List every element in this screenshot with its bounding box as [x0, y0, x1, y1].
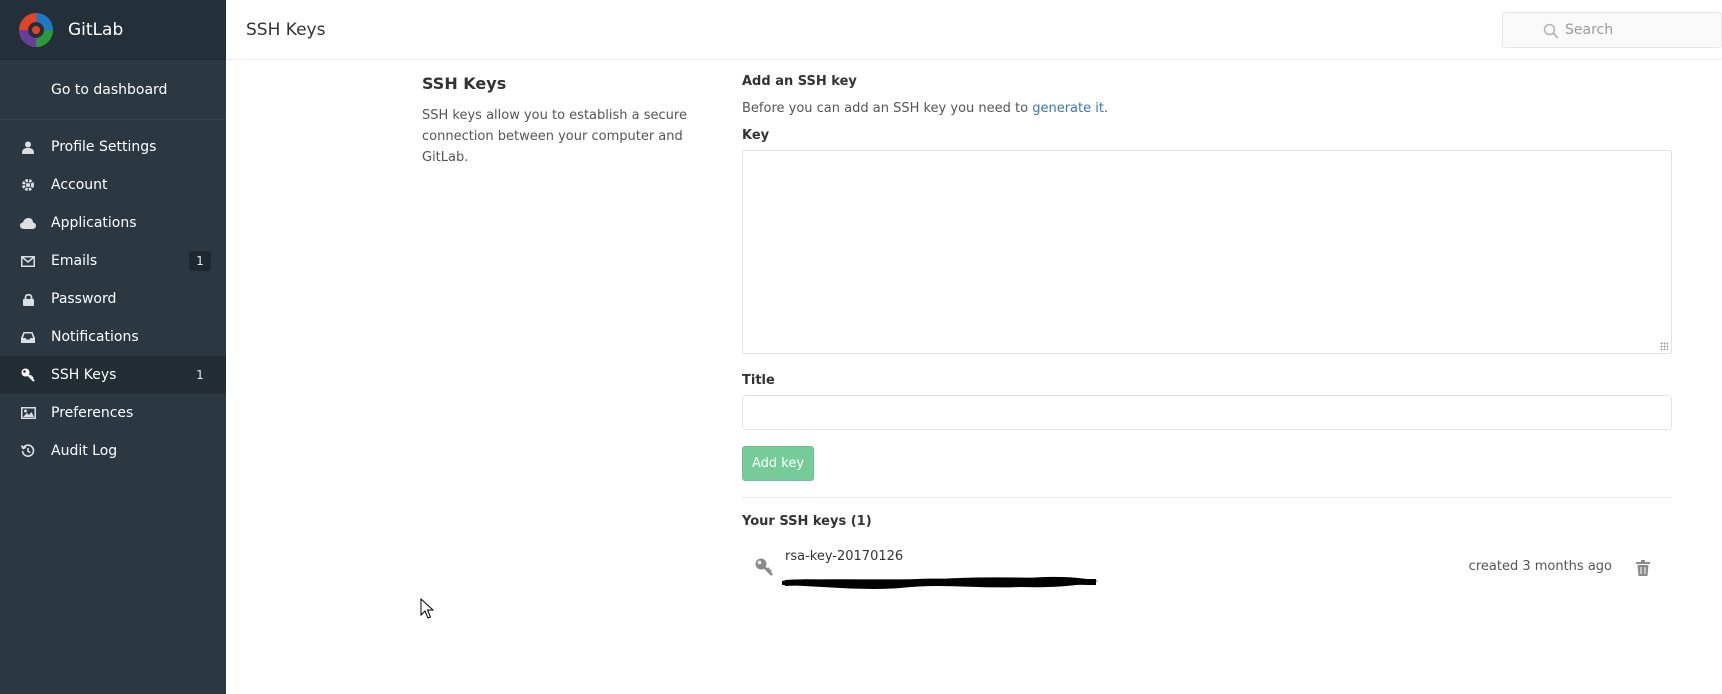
sidebar-item-label: Password — [51, 291, 117, 307]
form-heading: Add an SSH key — [742, 74, 857, 89]
history-icon — [20, 443, 36, 459]
envelope-icon — [20, 253, 36, 269]
ssh-key-created: created 3 months ago — [1468, 559, 1612, 574]
search-placeholder: Search — [1565, 22, 1614, 38]
your-ssh-keys-heading: Your SSH keys (1) — [742, 514, 872, 529]
lock-icon — [20, 291, 36, 307]
ssh-keys-count-badge: 1 — [196, 368, 204, 382]
search-input[interactable]: Search — [1502, 12, 1722, 48]
help-prefix: Before you can add an SSH key you need t… — [742, 101, 1033, 116]
key-textarea[interactable] — [742, 150, 1672, 354]
add-key-button[interactable]: Add key — [742, 446, 814, 481]
generate-it-link[interactable]: generate it — [1032, 101, 1104, 116]
top-header: SSH Keys Search — [226, 0, 1722, 60]
sidebar-item-label: Profile Settings — [51, 139, 157, 155]
sidebar-item-account[interactable]: Account — [0, 166, 226, 204]
gear-icon — [20, 177, 36, 193]
key-label: Key — [742, 128, 770, 143]
title-label: Title — [742, 373, 775, 388]
emails-count-badge: 1 — [189, 251, 211, 271]
trash-icon[interactable] — [1636, 560, 1650, 576]
resize-grip-icon[interactable] — [1660, 342, 1668, 350]
main-content: SSH Keys SSH keys allow you to establish… — [226, 60, 1722, 694]
sidebar-item-label: Preferences — [51, 405, 134, 421]
search-icon — [1543, 23, 1559, 39]
form-help-text: Before you can add an SSH key you need t… — [742, 101, 1672, 116]
key-icon — [755, 558, 773, 576]
sidebar-item-applications[interactable]: Applications — [0, 204, 226, 242]
sidebar-item-profile-settings[interactable]: Profile Settings — [0, 128, 226, 166]
brand[interactable]: GitLab — [0, 0, 226, 60]
mouse-cursor-icon — [420, 598, 434, 619]
sidebar-item-label: Notifications — [51, 329, 139, 345]
gitlab-logo — [19, 12, 53, 47]
sidebar-item-label: SSH Keys — [51, 367, 117, 383]
intro-description: SSH keys allow you to establish a secure… — [422, 108, 687, 165]
cloud-icon — [20, 215, 36, 231]
key-icon — [20, 367, 36, 383]
image-icon — [20, 405, 36, 421]
sidebar: GitLab Go to dashboard Profile Settings … — [0, 0, 226, 694]
help-suffix: . — [1103, 101, 1109, 116]
sidebar-item-label: Emails — [51, 253, 98, 269]
redaction-scribble — [782, 576, 1098, 589]
sidebar-item-ssh-keys[interactable]: SSH Keys 1 — [0, 356, 226, 394]
sidebar-item-label: Audit Log — [51, 443, 118, 459]
sidebar-item-audit-log[interactable]: Audit Log — [0, 432, 226, 470]
ssh-keys-intro: SSH Keys SSH keys allow you to establish… — [422, 74, 692, 168]
divider — [742, 497, 1672, 498]
ssh-key-row[interactable]: rsa-key-20170126 created 3 months ago — [742, 543, 1672, 593]
intro-heading: SSH Keys — [422, 74, 507, 93]
sidebar-item-label: Account — [51, 177, 108, 193]
title-input[interactable] — [742, 395, 1672, 430]
add-ssh-key-form: Add an SSH key Before you can add an SSH… — [742, 74, 1672, 593]
sidebar-item-emails[interactable]: Emails 1 — [0, 242, 226, 280]
sidebar-item-notifications[interactable]: Notifications — [0, 318, 226, 356]
brand-name: GitLab — [68, 19, 124, 40]
sidebar-item-label: Applications — [51, 215, 137, 231]
sidebar-item-preferences[interactable]: Preferences — [0, 394, 226, 432]
sidebar-nav: Profile Settings Account Applications Em… — [0, 128, 226, 470]
ssh-key-title[interactable]: rsa-key-20170126 — [785, 549, 903, 564]
app-window: GitLab Go to dashboard Profile Settings … — [0, 0, 1722, 694]
go-to-dashboard-link[interactable]: Go to dashboard — [0, 60, 226, 120]
sidebar-item-password[interactable]: Password — [0, 280, 226, 318]
inbox-icon — [20, 329, 36, 345]
page-title: SSH Keys — [246, 20, 326, 40]
user-icon — [20, 139, 36, 155]
